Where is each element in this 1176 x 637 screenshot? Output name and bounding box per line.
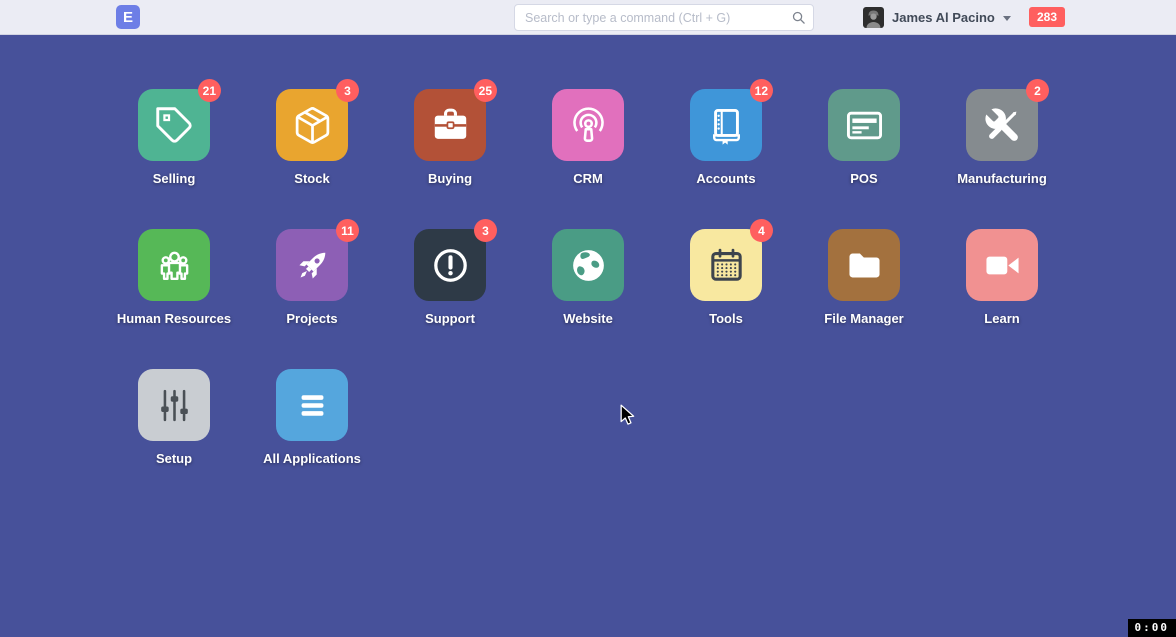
- ledger-book-icon: [706, 105, 747, 146]
- search-icon: [791, 10, 806, 25]
- app-label: Tools: [709, 311, 743, 326]
- tag-icon: [154, 105, 195, 146]
- app-shortcut-pos[interactable]: POS: [795, 89, 933, 229]
- app-label: File Manager: [824, 311, 903, 326]
- top-navbar: E James Al Pacino 283: [0, 0, 1176, 35]
- app-tile: [966, 229, 1038, 301]
- app-label: POS: [850, 171, 877, 186]
- app-tile: 25: [414, 89, 486, 161]
- app-shortcut-website[interactable]: Website: [519, 229, 657, 369]
- app-tile: 12: [690, 89, 762, 161]
- app-shortcut-manufacturing[interactable]: 2 Manufacturing: [933, 89, 1071, 229]
- avatar: [863, 7, 884, 28]
- app-shortcut-learn[interactable]: Learn: [933, 229, 1071, 369]
- app-label: Selling: [153, 171, 196, 186]
- notification-count-badge: 21: [198, 79, 221, 102]
- app-shortcut-setup[interactable]: Setup: [105, 369, 243, 509]
- app-label: Learn: [984, 311, 1019, 326]
- app-shortcut-stock[interactable]: 3 Stock: [243, 89, 381, 229]
- global-search: [514, 4, 814, 31]
- notification-count-badge: 25: [474, 79, 497, 102]
- rocket-icon: [292, 245, 333, 286]
- app-shortcut-crm[interactable]: CRM: [519, 89, 657, 229]
- app-tile: 4: [690, 229, 762, 301]
- app-tile: [552, 89, 624, 161]
- app-tile: 21: [138, 89, 210, 161]
- app-label: Support: [425, 311, 475, 326]
- menu-icon: [292, 385, 333, 426]
- notification-count-badge[interactable]: 283: [1029, 7, 1065, 27]
- notification-count-badge: 12: [750, 79, 773, 102]
- notification-count-badge: 3: [336, 79, 359, 102]
- wrench-screwdriver-icon: [982, 105, 1023, 146]
- app-shortcut-tools[interactable]: 4 Tools: [657, 229, 795, 369]
- app-shortcut-human-resources[interactable]: Human Resources: [105, 229, 243, 369]
- calendar-icon: [706, 245, 747, 286]
- video-timer: 0:00: [1128, 619, 1176, 637]
- notification-count-badge: 3: [474, 219, 497, 242]
- app-label: All Applications: [263, 451, 361, 466]
- app-label: Projects: [286, 311, 337, 326]
- globe-icon: [568, 245, 609, 286]
- app-logo[interactable]: E: [116, 5, 140, 29]
- app-tile: 2: [966, 89, 1038, 161]
- app-label: Setup: [156, 451, 192, 466]
- app-tile: 3: [276, 89, 348, 161]
- app-label: Stock: [294, 171, 329, 186]
- chevron-down-icon: [1003, 16, 1011, 21]
- app-tile: 11: [276, 229, 348, 301]
- user-name: James Al Pacino: [892, 10, 995, 25]
- app-label: CRM: [573, 171, 603, 186]
- search-input[interactable]: [514, 4, 814, 31]
- app-label: Accounts: [696, 171, 755, 186]
- app-shortcut-support[interactable]: 3 Support: [381, 229, 519, 369]
- people-group-icon: [154, 245, 195, 286]
- app-grid: 21 Selling 3 Stock 25 Buying CRM 12 Accounts POS 2…: [105, 89, 1071, 509]
- broadcast-person-icon: [568, 105, 609, 146]
- app-tile: [828, 229, 900, 301]
- app-shortcut-selling[interactable]: 21 Selling: [105, 89, 243, 229]
- credit-card-icon: [844, 105, 885, 146]
- app-tile: [138, 369, 210, 441]
- briefcase-icon: [430, 105, 471, 146]
- notification-count-badge: 4: [750, 219, 773, 242]
- package-icon: [292, 105, 333, 146]
- app-shortcut-accounts[interactable]: 12 Accounts: [657, 89, 795, 229]
- app-shortcut-buying[interactable]: 25 Buying: [381, 89, 519, 229]
- app-label: Human Resources: [117, 311, 231, 326]
- app-label: Manufacturing: [957, 171, 1047, 186]
- alert-circle-icon: [430, 245, 471, 286]
- app-shortcut-projects[interactable]: 11 Projects: [243, 229, 381, 369]
- app-label: Website: [563, 311, 613, 326]
- app-tile: [276, 369, 348, 441]
- app-label: Buying: [428, 171, 472, 186]
- mouse-cursor: [620, 404, 635, 426]
- app-tile: [552, 229, 624, 301]
- app-tile: 3: [414, 229, 486, 301]
- notification-count-badge: 2: [1026, 79, 1049, 102]
- app-shortcut-all-applications[interactable]: All Applications: [243, 369, 381, 509]
- folder-icon: [844, 245, 885, 286]
- notification-count-badge: 11: [336, 219, 359, 242]
- app-tile: [828, 89, 900, 161]
- video-camera-icon: [982, 245, 1023, 286]
- sliders-icon: [154, 385, 195, 426]
- app-shortcut-file-manager[interactable]: File Manager: [795, 229, 933, 369]
- app-tile: [138, 229, 210, 301]
- user-menu[interactable]: James Al Pacino: [863, 0, 1011, 35]
